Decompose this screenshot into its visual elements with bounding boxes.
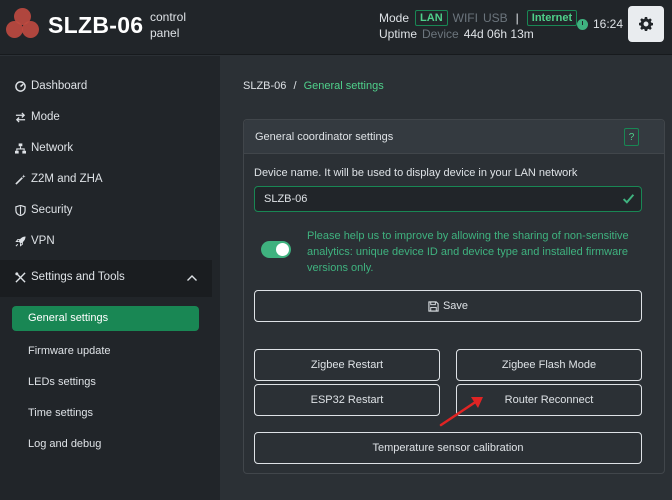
section-label: Settings and Tools	[31, 271, 125, 283]
sidebar-item-label: Z2M and ZHA	[31, 173, 103, 185]
toggle-knob	[276, 243, 289, 256]
sidebar-subitem-firmware-update[interactable]: Firmware update	[28, 345, 111, 357]
mode-status: Mode LAN WIFI USB | Internet	[379, 9, 578, 27]
settings-tools-section[interactable]: Settings and Tools	[0, 260, 212, 297]
tools-icon	[15, 271, 26, 283]
mode-lan-badge: LAN	[415, 10, 448, 26]
card-header: General coordinator settings ?	[244, 120, 664, 154]
device-label: Device	[422, 27, 459, 41]
sidebar-item-label: VPN	[31, 235, 55, 247]
sidebar-item-label: Network	[31, 142, 74, 154]
sidebar-item-vpn[interactable]: VPN	[15, 231, 55, 251]
mode-usb: USB	[482, 11, 508, 25]
clock-icon	[577, 18, 588, 30]
analytics-consent-text: Please help us to improve by allowing th…	[307, 230, 629, 274]
gear-icon	[639, 17, 653, 31]
breadcrumb: SLZB-06 / General settings	[243, 80, 384, 92]
uptime-value: 44d 06h 13m	[463, 27, 534, 41]
subitem-label: General settings	[28, 312, 109, 324]
internet-badge: Internet	[526, 10, 578, 26]
breadcrumb-current: General settings	[303, 80, 384, 92]
device-name-label: Device name. It will be used to display …	[254, 167, 578, 179]
zigbee-restart-button[interactable]: Zigbee Restart	[254, 349, 440, 381]
brand-title: SLZB-06	[48, 12, 144, 38]
card-title: General coordinator settings	[255, 131, 394, 143]
brand-subtitle: control panel	[150, 10, 187, 40]
check-icon	[622, 192, 635, 210]
chevron-up-icon[interactable]	[186, 271, 198, 289]
logo	[6, 8, 40, 42]
clock-time: 16:24	[593, 17, 624, 31]
esp32-restart-button[interactable]: ESP32 Restart	[254, 384, 440, 416]
device-name-input[interactable]	[254, 186, 642, 212]
top-header: SLZB-06 control panel Mode LAN WIFI USB …	[0, 0, 672, 55]
uptime-label: Uptime	[379, 27, 418, 41]
sidebar-item-label: Dashboard	[31, 80, 88, 92]
mode-wifi: WIFI	[452, 11, 478, 25]
sidebar-item-label: Mode	[31, 111, 60, 123]
breadcrumb-root[interactable]: SLZB-06	[243, 80, 286, 92]
sidebar: Dashboard Mode Network Z2M and ZHA Secur…	[0, 56, 220, 500]
temperature-calibration-button[interactable]: Temperature sensor calibration	[254, 432, 642, 464]
save-button[interactable]: Save	[254, 290, 642, 322]
dashboard-icon	[15, 80, 26, 92]
save-label: Save	[442, 300, 469, 312]
wand-icon	[15, 173, 26, 185]
network-icon	[15, 142, 26, 154]
breadcrumb-separator: /	[293, 80, 297, 92]
analytics-toggle[interactable]	[261, 241, 291, 258]
uptime-status: Uptime Device 44d 06h 13m	[379, 26, 534, 42]
mode-label: Mode	[379, 11, 410, 25]
sidebar-item-security[interactable]: Security	[15, 200, 73, 220]
sidebar-subitem-general-settings[interactable]: General settings	[12, 306, 199, 331]
sidebar-subitem-log-debug[interactable]: Log and debug	[28, 438, 101, 450]
sidebar-item-network[interactable]: Network	[15, 138, 73, 158]
zigbee-flash-mode-button[interactable]: Zigbee Flash Mode	[456, 349, 642, 381]
arrows-icon	[15, 111, 26, 123]
theme-settings-button[interactable]	[628, 6, 664, 42]
sidebar-item-dashboard[interactable]: Dashboard	[15, 76, 87, 96]
annotation-arrow-icon	[439, 397, 483, 427]
sidebar-item-label: Security	[31, 204, 73, 216]
help-button[interactable]: ?	[624, 128, 639, 146]
sidebar-item-z2m-zha[interactable]: Z2M and ZHA	[15, 169, 103, 189]
header-separator: |	[515, 11, 519, 25]
sidebar-item-mode[interactable]: Mode	[15, 107, 60, 127]
sidebar-subitem-time-settings[interactable]: Time settings	[28, 407, 93, 419]
sidebar-subitem-leds-settings[interactable]: LEDs settings	[28, 376, 96, 388]
clock: 16:24	[577, 17, 623, 31]
shield-icon	[15, 204, 26, 216]
save-icon	[428, 300, 439, 312]
rocket-icon	[15, 235, 26, 247]
